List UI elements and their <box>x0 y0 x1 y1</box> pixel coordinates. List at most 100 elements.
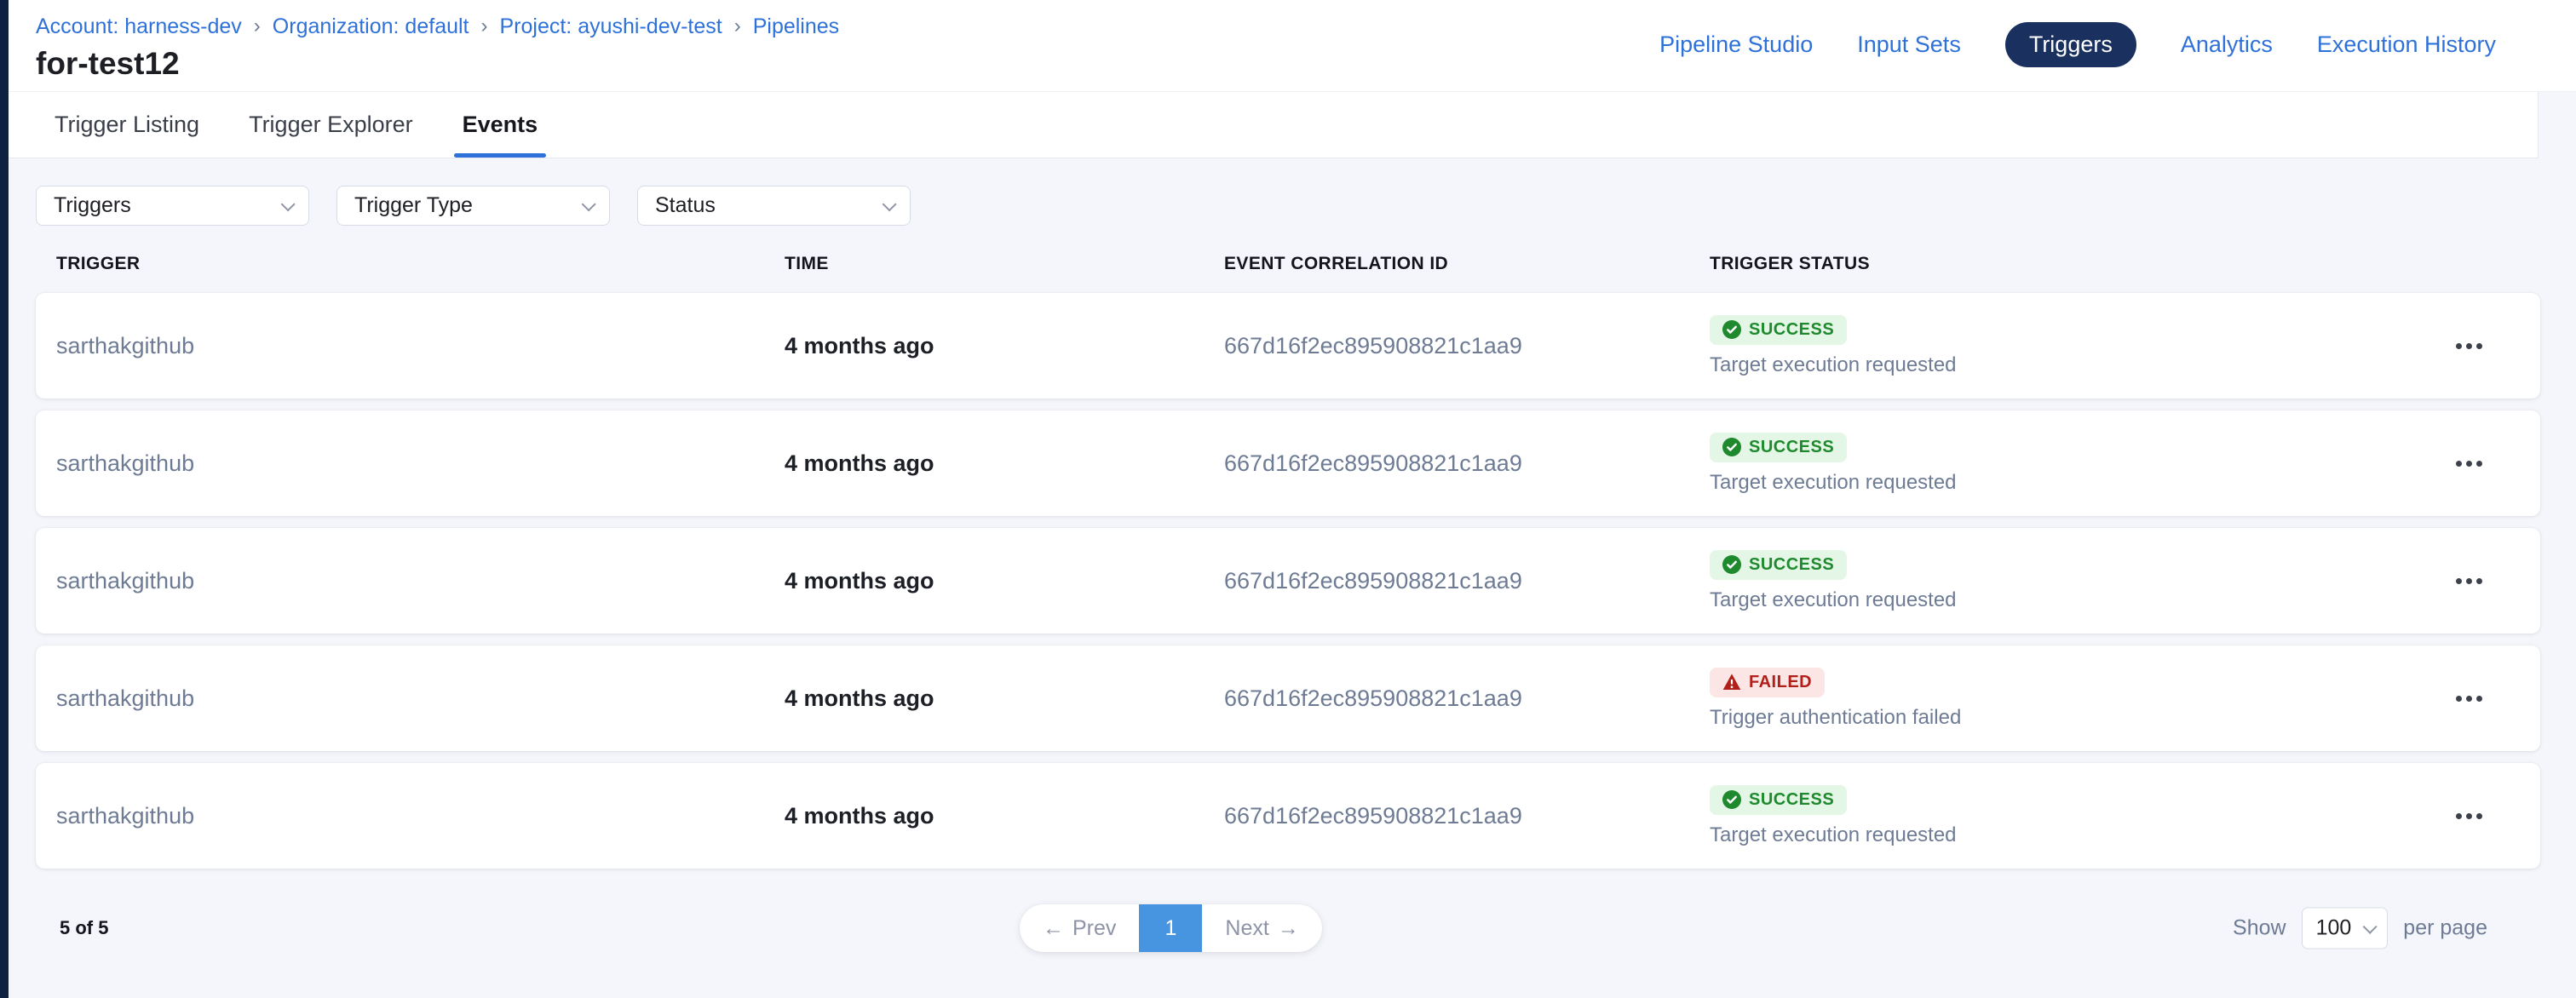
event-correlation-id: 667d16f2ec895908821c1aa9 <box>1224 803 1710 829</box>
status-badge: SUCCESS <box>1710 550 1847 580</box>
tab-trigger-listing[interactable]: Trigger Listing <box>46 92 208 158</box>
event-time: 4 months ago <box>785 685 1224 712</box>
status-badge-label: SUCCESS <box>1749 438 1834 457</box>
trigger-status-cell: SUCCESS Target execution requested <box>1710 550 2408 612</box>
prev-label: Prev <box>1072 916 1116 941</box>
status-badge-label: SUCCESS <box>1749 790 1834 810</box>
breadcrumb-project-link[interactable]: Project: ayushi-dev-test <box>500 14 722 39</box>
row-more-options-button[interactable] <box>2447 570 2491 593</box>
page-number-button[interactable]: 1 <box>1139 904 1202 952</box>
event-time: 4 months ago <box>785 568 1224 594</box>
next-page-button[interactable]: Next → <box>1202 904 1321 952</box>
filters-row: Triggers Trigger Type Status <box>36 186 2540 226</box>
status-detail: Trigger authentication failed <box>1710 706 1961 730</box>
event-time: 4 months ago <box>785 450 1224 477</box>
page-size-group: Show 100 per page <box>2233 908 2487 949</box>
status-badge: SUCCESS <box>1710 433 1847 462</box>
status-detail: Target execution requested <box>1710 353 1957 377</box>
row-more-options-button[interactable] <box>2447 805 2491 828</box>
trigger-type-filter-dropdown[interactable]: Trigger Type <box>336 186 610 226</box>
prev-page-button[interactable]: ← Prev <box>1020 904 1139 952</box>
ellipsis-icon <box>2456 578 2462 584</box>
trigger-status-cell: SUCCESS Target execution requested <box>1710 433 2408 495</box>
tab-trigger-explorer[interactable]: Trigger Explorer <box>240 92 422 158</box>
status-badge: FAILED <box>1710 668 1825 697</box>
chevron-down-icon <box>281 197 296 211</box>
table-row: sarthakgithub 4 months ago 667d16f2ec895… <box>36 763 2540 869</box>
nav-link-execution-history[interactable]: Execution History <box>2317 32 2496 58</box>
trigger-name: sarthakgithub <box>56 568 785 594</box>
breadcrumb-organization-link[interactable]: Organization: default <box>273 14 469 39</box>
trigger-tabbar: Trigger Listing Trigger Explorer Events <box>0 92 2539 158</box>
collapsed-sidebar-strip <box>0 0 9 998</box>
check-circle-icon <box>1722 790 1741 809</box>
event-time: 4 months ago <box>785 803 1224 829</box>
events-table: sarthakgithub 4 months ago 667d16f2ec895… <box>0 293 2576 869</box>
trigger-status-cell: SUCCESS Target execution requested <box>1710 315 2408 377</box>
breadcrumb-account-link[interactable]: Account: harness-dev <box>36 14 242 39</box>
event-correlation-id: 667d16f2ec895908821c1aa9 <box>1224 450 1710 477</box>
results-count: 5 of 5 <box>60 917 108 939</box>
chevron-down-icon <box>883 197 897 211</box>
row-more-options-button[interactable] <box>2447 452 2491 475</box>
breadcrumb-separator-icon: › <box>254 14 261 39</box>
status-badge-label: SUCCESS <box>1749 555 1834 575</box>
warning-triangle-icon <box>1722 673 1741 691</box>
nav-link-analytics[interactable]: Analytics <box>2181 32 2273 58</box>
trigger-name: sarthakgithub <box>56 803 785 829</box>
status-detail: Target execution requested <box>1710 588 1957 612</box>
check-circle-icon <box>1722 320 1741 339</box>
table-header: TRIGGER TIME EVENT CORRELATION ID TRIGGE… <box>36 254 2540 274</box>
next-label: Next <box>1225 916 1268 941</box>
pagination-bar: 5 of 5 ← Prev 1 Next → Show 100 per page <box>0 880 2576 976</box>
status-badge-label: SUCCESS <box>1749 320 1834 340</box>
triggers-filter-dropdown[interactable]: Triggers <box>36 186 309 226</box>
trigger-type-filter-label: Trigger Type <box>354 193 473 218</box>
arrow-left-icon: ← <box>1043 916 1064 941</box>
trigger-name: sarthakgithub <box>56 450 785 477</box>
breadcrumb-separator-icon: › <box>734 14 741 39</box>
status-filter-label: Status <box>655 193 716 218</box>
pipeline-nav: Pipeline Studio Input Sets Triggers Anal… <box>1659 22 2496 67</box>
row-more-options-button[interactable] <box>2447 335 2491 358</box>
trigger-name: sarthakgithub <box>56 685 785 712</box>
ellipsis-icon <box>2456 813 2462 819</box>
nav-link-pipeline-studio[interactable]: Pipeline Studio <box>1659 32 1813 58</box>
chevron-down-icon <box>2363 919 2378 933</box>
ellipsis-icon <box>2456 343 2462 349</box>
status-detail: Target execution requested <box>1710 471 1957 495</box>
event-time: 4 months ago <box>785 333 1224 359</box>
show-label: Show <box>2233 916 2286 941</box>
status-detail: Target execution requested <box>1710 823 1957 847</box>
check-circle-icon <box>1722 438 1741 456</box>
status-badge-label: FAILED <box>1749 673 1812 692</box>
column-header-trigger: TRIGGER <box>56 254 785 274</box>
table-row: sarthakgithub 4 months ago 667d16f2ec895… <box>36 410 2540 516</box>
page-size-select[interactable]: 100 <box>2302 908 2389 949</box>
table-row: sarthakgithub 4 months ago 667d16f2ec895… <box>36 645 2540 751</box>
nav-link-triggers[interactable]: Triggers <box>2005 22 2136 67</box>
table-row: sarthakgithub 4 months ago 667d16f2ec895… <box>36 293 2540 399</box>
column-header-time: TIME <box>785 254 1224 274</box>
triggers-filter-label: Triggers <box>54 193 131 218</box>
status-filter-dropdown[interactable]: Status <box>637 186 911 226</box>
status-badge: SUCCESS <box>1710 785 1847 815</box>
trigger-name: sarthakgithub <box>56 333 785 359</box>
ellipsis-icon <box>2456 461 2462 467</box>
page-header: Account: harness-dev › Organization: def… <box>0 0 2576 92</box>
table-row: sarthakgithub 4 months ago 667d16f2ec895… <box>36 528 2540 634</box>
page-size-value: 100 <box>2316 916 2352 941</box>
row-more-options-button[interactable] <box>2447 687 2491 710</box>
chevron-down-icon <box>582 197 596 211</box>
nav-link-input-sets[interactable]: Input Sets <box>1857 32 1961 58</box>
tab-events[interactable]: Events <box>454 92 547 158</box>
status-badge: SUCCESS <box>1710 315 1847 345</box>
trigger-status-cell: SUCCESS Target execution requested <box>1710 785 2408 847</box>
breadcrumb-pipelines-link[interactable]: Pipelines <box>753 14 839 39</box>
column-header-trigger-status: TRIGGER STATUS <box>1710 254 2408 274</box>
arrow-right-icon: → <box>1278 916 1299 941</box>
pager: ← Prev 1 Next → <box>1020 904 1322 952</box>
breadcrumb-separator-icon: › <box>481 14 488 39</box>
check-circle-icon <box>1722 555 1741 574</box>
event-correlation-id: 667d16f2ec895908821c1aa9 <box>1224 333 1710 359</box>
